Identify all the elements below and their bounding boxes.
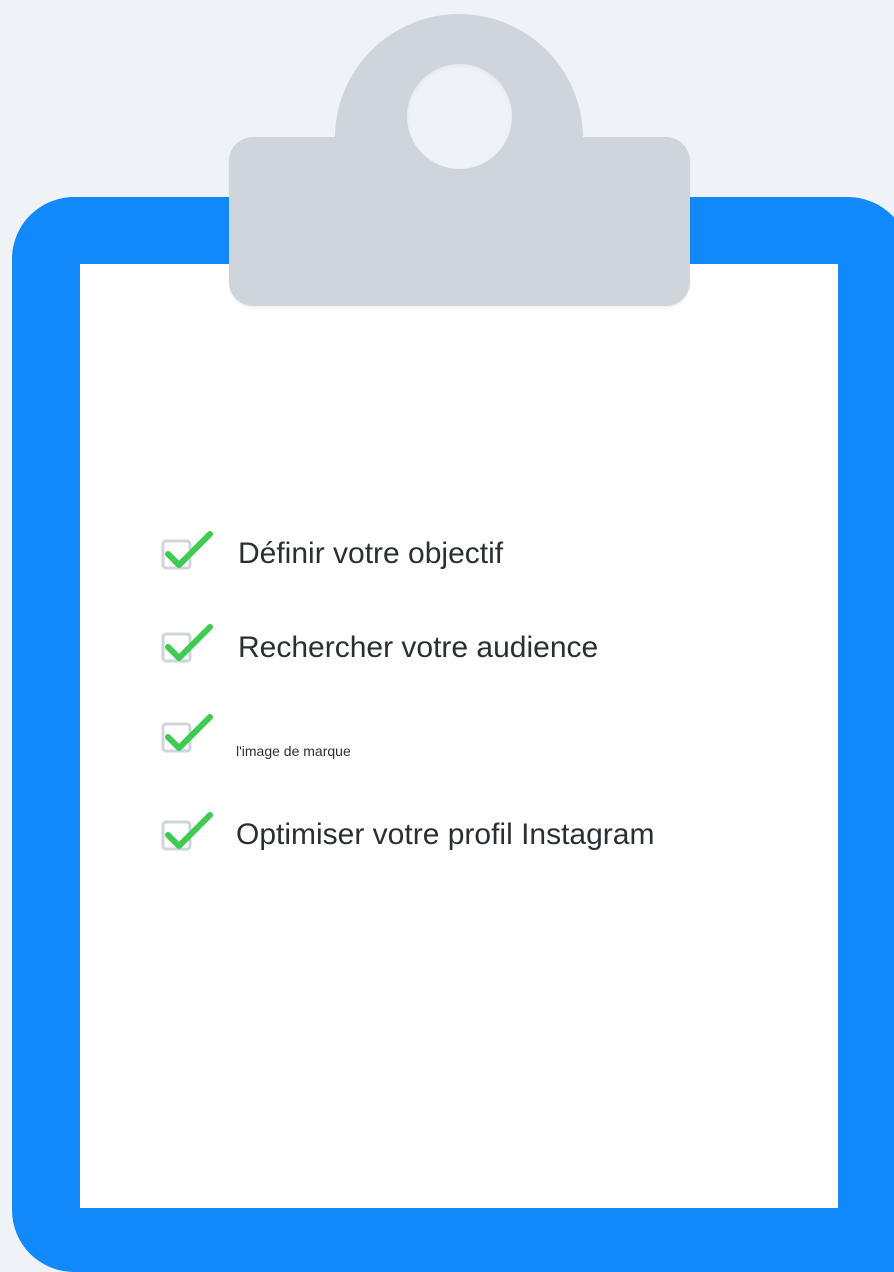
clipboard-illustration: Définir votre objectif Rechercher votre … <box>0 0 894 1272</box>
checkmark-icon <box>161 812 213 851</box>
checkmark-icon <box>161 531 213 570</box>
checkmark-icon <box>161 714 213 753</box>
checklist-item-label: Optimiser votre profil Instagram <box>236 818 655 851</box>
checkmark-icon <box>161 624 213 663</box>
checklist-item-label: Définir votre objectif <box>238 537 504 570</box>
checklist-item-label: l'image de marque <box>236 743 351 759</box>
checklist-item-label: Rechercher votre audience <box>238 631 599 664</box>
clipboard-clip-hole <box>407 64 512 169</box>
